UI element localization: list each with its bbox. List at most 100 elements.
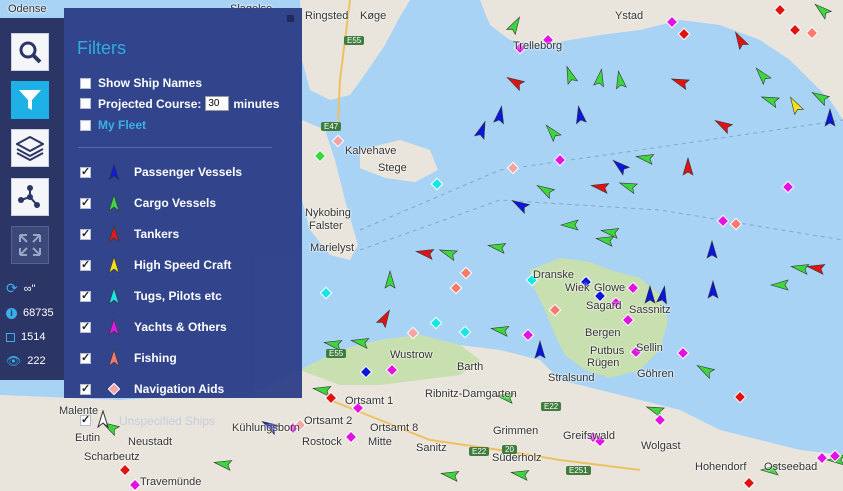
vessel-type-icon xyxy=(104,255,124,275)
vessel-type-icon xyxy=(104,348,124,368)
place-label: Køge xyxy=(360,10,387,22)
projected-course-input[interactable] xyxy=(205,96,230,111)
place-label: Grimmen xyxy=(493,425,539,437)
place-label: Stege xyxy=(378,162,407,174)
place-label: Ortsamt 1 xyxy=(345,395,394,407)
place-label: Sellin xyxy=(636,342,663,354)
place-label: Ortsamt 8 xyxy=(370,422,419,434)
legend-row-1[interactable]: Cargo Vessels xyxy=(80,193,216,213)
vessel-type-icon xyxy=(104,162,124,182)
place-label: Rostock xyxy=(302,436,342,448)
projected-course-option[interactable]: Projected Course: minutes xyxy=(80,96,279,111)
road-shield: E251 xyxy=(566,466,591,475)
square-stat: 1514 xyxy=(6,331,45,343)
place-label: Wolgast xyxy=(641,440,681,452)
place-label: Kalvehave xyxy=(345,145,397,157)
place-label: Rügen xyxy=(587,357,620,369)
legend-row-7[interactable]: Navigation Aids xyxy=(80,379,224,399)
place-label: Süderholz xyxy=(492,452,542,464)
search-button[interactable] xyxy=(11,33,49,71)
legend-label: Passenger Vessels xyxy=(134,165,243,179)
legend-checkbox[interactable] xyxy=(80,165,91,178)
filters-title: Filters xyxy=(77,38,126,58)
my-fleet-option[interactable]: My Fleet xyxy=(80,118,146,132)
legend-row-4[interactable]: Tugs, Pilots etc xyxy=(80,286,222,306)
road-shield: E55 xyxy=(344,36,365,45)
network-icon xyxy=(18,185,40,208)
legend-row-5[interactable]: Yachts & Others xyxy=(80,317,227,337)
legend-row-3[interactable]: High Speed Craft xyxy=(80,255,231,275)
legend-row-2[interactable]: Tankers xyxy=(80,224,179,244)
road-shield: E22 xyxy=(469,447,490,456)
panel-divider xyxy=(78,147,272,148)
square-icon xyxy=(6,332,15,342)
vessel-type-icon xyxy=(104,193,124,213)
info-icon: i xyxy=(6,307,17,319)
unspecified-ships-checkbox[interactable] xyxy=(80,413,91,426)
place-label: Ribnitz-Damgarten xyxy=(425,388,517,400)
my-fleet-link[interactable]: My Fleet xyxy=(98,118,146,132)
info-stat: i 68735 xyxy=(6,307,54,319)
place-label: Greifswald xyxy=(563,430,615,442)
vessel-type-icon xyxy=(104,224,124,244)
vessel-type-icon xyxy=(104,286,124,306)
place-label: Nykobing xyxy=(305,207,351,219)
place-label: Hohendorf xyxy=(695,461,747,473)
network-button[interactable] xyxy=(11,178,49,216)
projected-course-checkbox[interactable] xyxy=(80,98,91,109)
legend-checkbox[interactable] xyxy=(80,382,91,395)
show-ship-names-checkbox[interactable] xyxy=(80,77,91,89)
refresh-stat[interactable]: ⟳ ∞" xyxy=(6,280,35,297)
legend-label: High Speed Craft xyxy=(134,258,232,272)
filters-panel: Filters Show Ship Names Projected Course… xyxy=(64,8,302,398)
legend-checkbox[interactable] xyxy=(80,227,91,240)
vessel-type-icon xyxy=(104,317,124,337)
legend-label: Navigation Aids xyxy=(134,382,225,396)
legend-checkbox[interactable] xyxy=(80,258,91,271)
place-label: Trelleborg xyxy=(513,40,563,52)
unspecified-ships-row[interactable]: Unspecified Ships xyxy=(80,409,216,431)
legend-checkbox[interactable] xyxy=(80,196,91,209)
legend-label: Tankers xyxy=(134,227,180,241)
place-label: Wustrow xyxy=(390,349,433,361)
layers-button[interactable] xyxy=(11,129,49,167)
tool-sidebar: ⟳ ∞" i 68735 1514 👁 222 xyxy=(0,18,64,380)
road-shield: E22 xyxy=(541,402,562,411)
filter-button[interactable] xyxy=(11,81,49,119)
road-shield: E55 xyxy=(326,349,347,358)
place-label: Falster xyxy=(309,220,343,232)
place-label: Bergen xyxy=(585,327,621,339)
legend-checkbox[interactable] xyxy=(80,351,91,364)
eye-count: 222 xyxy=(27,355,46,367)
place-label: Travemünde xyxy=(140,476,202,488)
unspecified-ships-label: Unspecified Ships xyxy=(119,413,216,428)
vessel-type-icon xyxy=(104,379,124,399)
place-label: Ostseebad xyxy=(764,461,818,473)
place-label: Glowe xyxy=(594,282,626,294)
eye-stat: 👁 222 xyxy=(6,354,46,368)
place-label: Ortsamt 2 xyxy=(304,415,353,427)
road-shield: E47 xyxy=(321,122,342,131)
funnel-icon xyxy=(19,90,41,110)
layers-icon xyxy=(16,135,44,161)
legend-checkbox[interactable] xyxy=(80,320,91,333)
place-label: Marielyst xyxy=(310,242,355,254)
place-label: Neustadt xyxy=(128,436,173,448)
legend-row-6[interactable]: Fishing xyxy=(80,348,177,368)
show-ship-names-option[interactable]: Show Ship Names xyxy=(80,76,202,90)
my-fleet-checkbox[interactable] xyxy=(80,119,91,131)
place-label: Putbus xyxy=(590,345,625,357)
place-label: Barth xyxy=(457,361,484,373)
panel-close-button[interactable] xyxy=(287,15,294,22)
fullscreen-button[interactable] xyxy=(11,226,49,264)
legend-checkbox[interactable] xyxy=(80,289,91,302)
refresh-value: ∞" xyxy=(23,282,36,295)
place-label: Mitte xyxy=(368,436,392,448)
square-count: 1514 xyxy=(21,331,46,343)
legend-label: Tugs, Pilots etc xyxy=(134,289,222,303)
legend-row-0[interactable]: Passenger Vessels xyxy=(80,162,242,182)
info-count: 68735 xyxy=(23,307,54,319)
place-label: Scharbeutz xyxy=(84,451,140,463)
place-label: Odense xyxy=(8,3,47,15)
road-shield: 20 xyxy=(502,445,517,454)
